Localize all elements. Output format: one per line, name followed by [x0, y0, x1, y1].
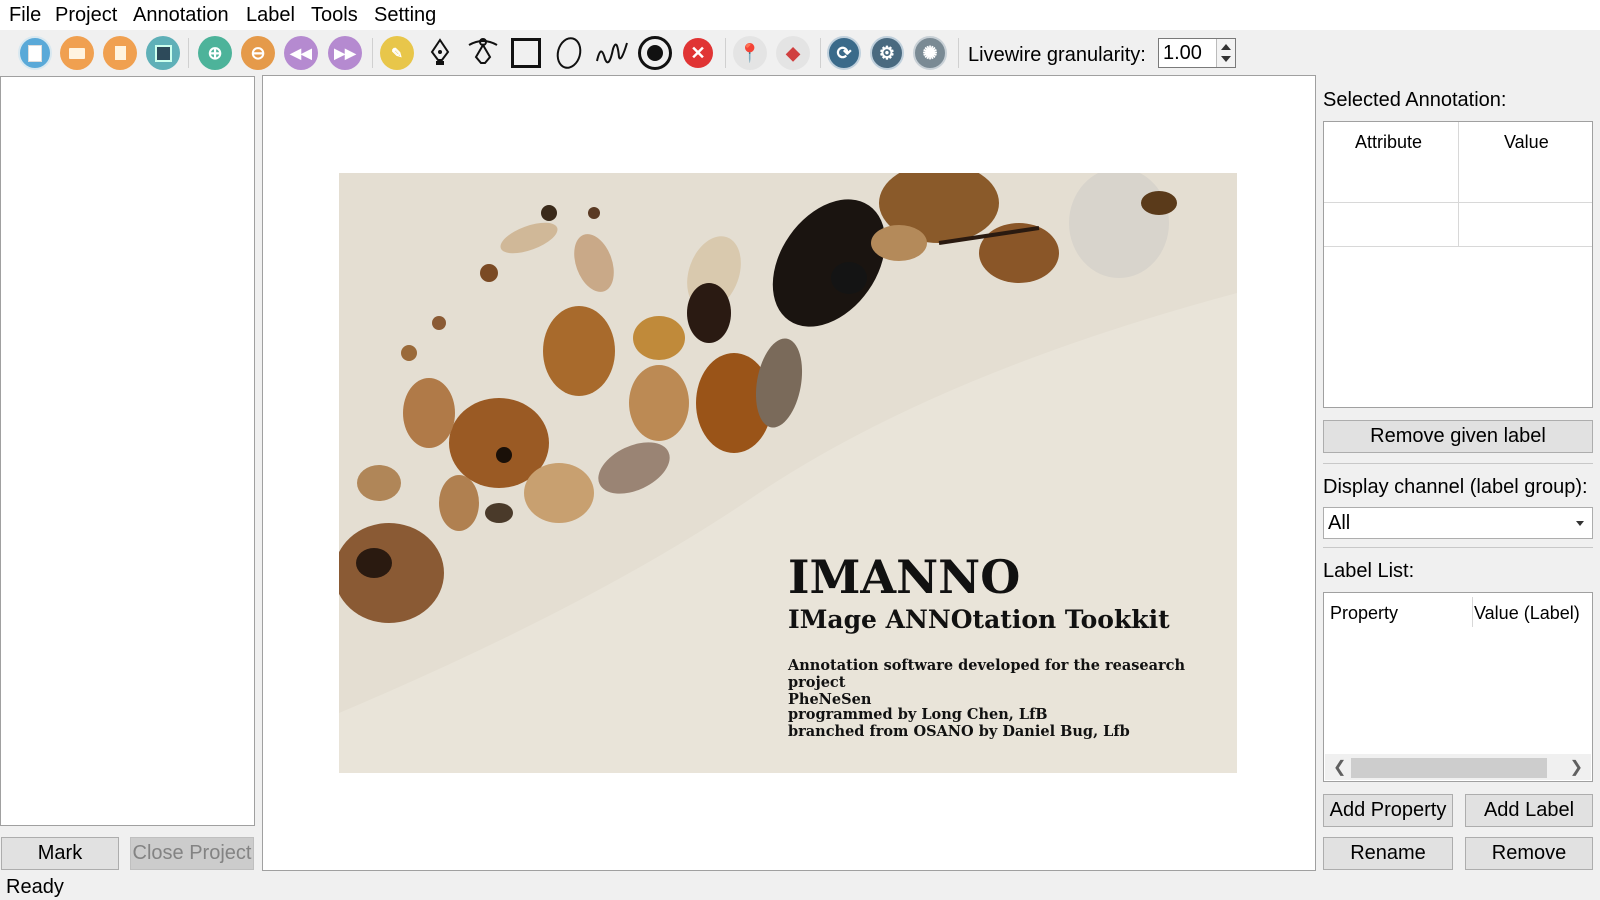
menu-bar: File Project Annotation Label Tools Sett…	[0, 0, 1600, 30]
scroll-right-icon[interactable]: ❯	[1570, 760, 1583, 776]
add-label-button[interactable]: Add Label	[1465, 794, 1593, 827]
save-icon[interactable]	[145, 35, 181, 71]
property-column-header[interactable]: Property	[1330, 602, 1398, 624]
previous-icon[interactable]: ◀◀	[283, 35, 319, 71]
menu-setting[interactable]: Setting	[372, 3, 438, 27]
splash-credits: programmed by Long Chen, LfB branched fr…	[788, 706, 1130, 740]
menu-project[interactable]: Project	[53, 3, 119, 27]
rectangle-icon[interactable]	[508, 35, 544, 71]
splash-credits-line-1: programmed by Long Chen, LfB	[788, 706, 1048, 723]
spin-arrows[interactable]	[1216, 39, 1235, 67]
menu-file[interactable]: File	[7, 3, 43, 27]
splash-subtitle: IMage ANNOtation Tookkit	[788, 605, 1170, 634]
tag-icon[interactable]: ◆	[775, 35, 811, 71]
splash-description-line-1: Annotation software developed for the re…	[788, 657, 1186, 691]
selected-annotation-label: Selected Annotation:	[1323, 89, 1507, 111]
horizontal-scrollbar[interactable]: ❮ ❯	[1325, 754, 1591, 780]
livewire-granularity-label: Livewire granularity:	[968, 44, 1146, 66]
value-column-header[interactable]: Value	[1504, 131, 1549, 153]
open-folder-icon[interactable]	[59, 35, 95, 71]
value-label-column-header[interactable]: Value (Label)	[1474, 602, 1580, 624]
attribute-table[interactable]: Attribute Value	[1323, 121, 1593, 408]
document-icon[interactable]	[102, 35, 138, 71]
spin-down-icon[interactable]	[1221, 56, 1231, 62]
remove-given-label-button[interactable]: Remove given label	[1323, 420, 1593, 453]
splash-description: Annotation software developed for the re…	[788, 657, 1228, 708]
paint-icon[interactable]: ✎	[379, 35, 415, 71]
close-project-button: Close Project	[130, 837, 254, 870]
display-channel-select[interactable]: All	[1323, 507, 1593, 539]
zoom-out-icon[interactable]: ⊖	[240, 35, 276, 71]
mark-button[interactable]: Mark	[1, 837, 119, 870]
livewire-granularity-value[interactable]: 1.00	[1163, 41, 1202, 65]
splash-title: IMANNO	[788, 550, 1021, 604]
rename-button[interactable]: Rename	[1323, 837, 1453, 870]
scroll-thumb[interactable]	[1351, 758, 1547, 778]
attribute-column-header[interactable]: Attribute	[1355, 131, 1422, 153]
splash-image: IMANNO IMage ANNOtation Tookkit Annotati…	[339, 173, 1237, 773]
ellipse-icon[interactable]	[551, 34, 587, 72]
new-file-icon[interactable]	[17, 35, 53, 71]
pen-icon[interactable]	[422, 35, 458, 71]
status-bar-text: Ready	[6, 876, 64, 898]
freehand-icon[interactable]	[594, 35, 630, 71]
livewire-granularity-spinbox[interactable]: 1.00	[1158, 38, 1236, 68]
toolbar: ⊕ ⊖ ◀◀ ▶▶ ✎ ✕ 📍 ◆ ⟳ ⚙ ✺	[0, 30, 1600, 76]
delete-icon[interactable]: ✕	[680, 35, 716, 71]
display-channel-value[interactable]: All	[1328, 511, 1350, 535]
chevron-down-icon[interactable]	[1576, 521, 1584, 526]
zoom-in-icon[interactable]: ⊕	[197, 35, 233, 71]
label-list-table[interactable]: Property Value (Label) ❮ ❯	[1323, 592, 1593, 782]
project-tree-panel[interactable]	[0, 76, 255, 826]
add-property-button[interactable]: Add Property	[1323, 794, 1453, 827]
label-list-label: Label List:	[1323, 560, 1415, 582]
menu-annotation[interactable]: Annotation	[131, 3, 231, 27]
next-icon[interactable]: ▶▶	[327, 35, 363, 71]
scroll-left-icon[interactable]: ❮	[1333, 760, 1346, 776]
refresh-icon[interactable]: ⟳	[826, 35, 862, 71]
point-icon[interactable]	[637, 35, 673, 71]
display-channel-label: Display channel (label group):	[1323, 476, 1588, 498]
menu-tools[interactable]: Tools	[309, 3, 360, 27]
livewire-icon[interactable]	[465, 35, 501, 71]
menu-label[interactable]: Label	[244, 3, 297, 27]
spin-up-icon[interactable]	[1221, 44, 1231, 50]
pin-icon[interactable]: 📍	[732, 35, 768, 71]
splash-credits-line-2: branched from OSANO by Daniel Bug, Lfb	[788, 723, 1130, 740]
settings-icon[interactable]: ⚙	[869, 35, 905, 71]
remove-button[interactable]: Remove	[1465, 837, 1593, 870]
aperture-icon[interactable]: ✺	[912, 35, 948, 71]
